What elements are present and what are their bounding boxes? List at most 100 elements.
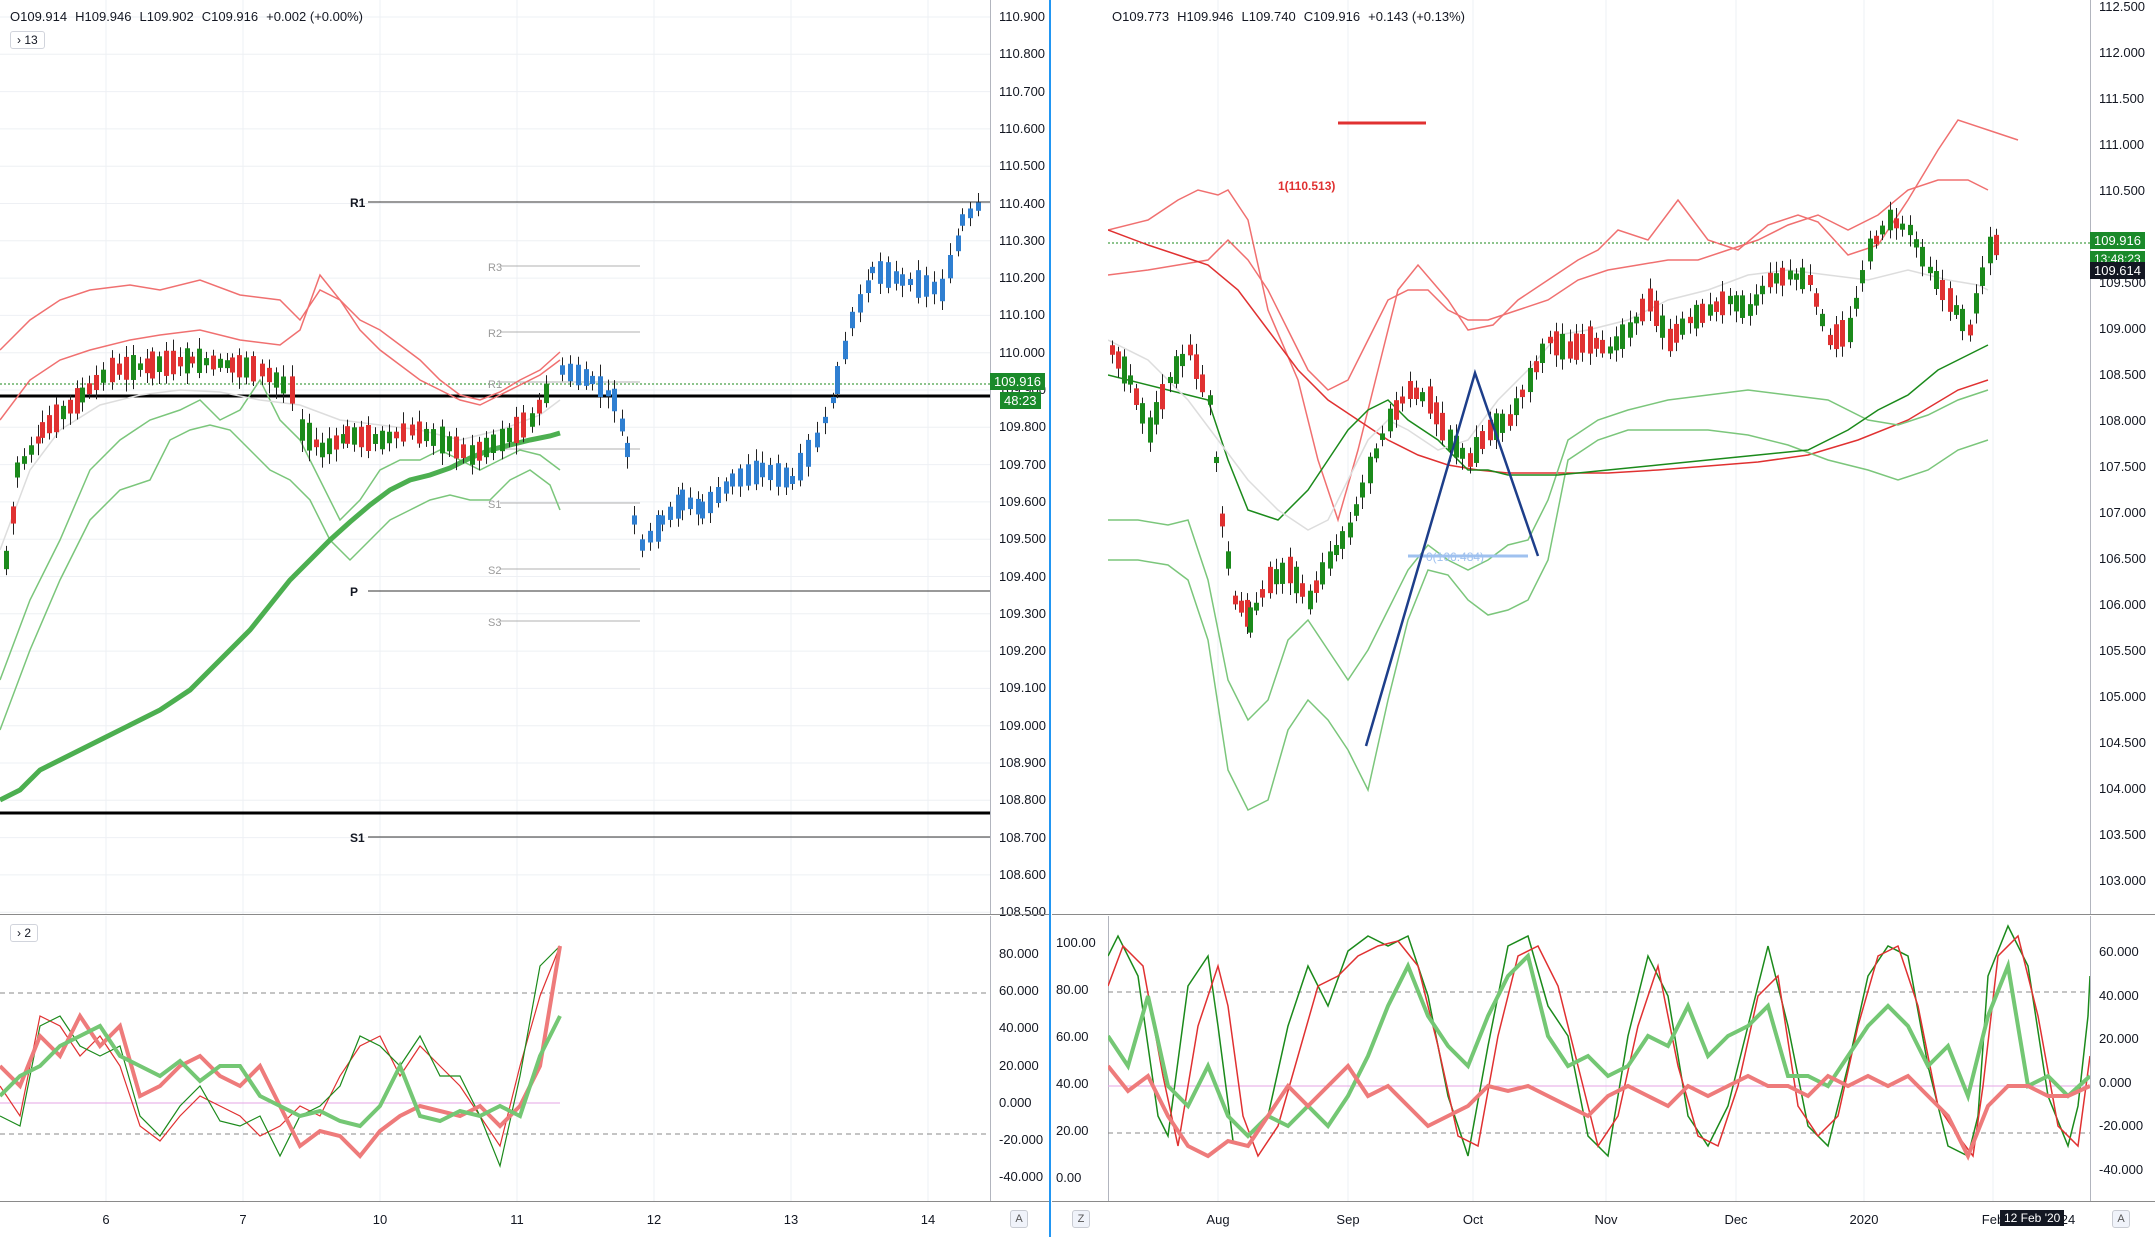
axis-tick-label: 110.100 (999, 307, 1046, 323)
chevron-right-icon: › (17, 926, 21, 940)
axis-tick-label: 60.000 (999, 983, 1039, 999)
candle (1808, 275, 1813, 285)
axis-tick-label: 108.500 (2099, 367, 2146, 382)
axis-tick-label: 105.500 (2099, 643, 2146, 658)
right-price-plot[interactable]: 1(110.513) 0(106.484) (1108, 0, 2090, 915)
low-value: L109.902 (139, 9, 194, 24)
candle (1180, 353, 1185, 367)
candle (632, 515, 637, 525)
low-value: L109.740 (1241, 9, 1296, 24)
right-chart-panel[interactable]: 1(110.513) 0(106.484) O109.773 H109.946 L1… (1052, 0, 2155, 1237)
candle (948, 255, 953, 279)
candle (916, 270, 921, 298)
candle (1640, 298, 1645, 322)
candle (768, 464, 773, 481)
axis-tick-label: 108.800 (999, 792, 1046, 808)
axis-tick-label: -20.000 (2099, 1118, 2144, 1133)
axis-tick-label: 40.000 (2099, 987, 2139, 1003)
candle (484, 437, 489, 458)
left-osc-axis[interactable]: 80.000 60.000 40.000 20.000 0.000 -20.000 -40.… (990, 916, 1050, 1201)
candle (164, 350, 169, 376)
candle (1748, 304, 1753, 316)
candle (1520, 389, 1525, 398)
candle (1420, 392, 1425, 402)
axis-tick-label: -40.000 (999, 1169, 1044, 1185)
candle (1340, 531, 1345, 549)
candle (738, 468, 743, 487)
candle (648, 530, 653, 543)
axis-tick-label: 109.000 (2099, 321, 2146, 336)
candle (1848, 317, 1853, 343)
pane-separator[interactable] (1052, 914, 2155, 915)
oscillator-collapse-button[interactable]: › 2 (10, 924, 39, 942)
candle (1660, 315, 1665, 338)
axis-tick-label: 0.000 (999, 1094, 1032, 1110)
fib-top-label: 1(110.513) (1278, 179, 1335, 193)
candle (75, 388, 80, 414)
crosshair-date-badge: 12 Feb '20 (2000, 1210, 2065, 1226)
candle (1760, 285, 1765, 295)
candle (1160, 384, 1165, 410)
right-oscillator-plot[interactable] (1108, 916, 2090, 1201)
candle (900, 274, 905, 286)
candle (716, 487, 721, 503)
left-price-plot[interactable]: R1 P S1 R3 R2 R1 S1 S2 S3 (0, 0, 990, 915)
candle (1548, 336, 1553, 344)
axis-tick-label: 20.000 (2099, 1031, 2139, 1046)
candle (1714, 301, 1719, 312)
axis-tick-label: 20.000 (999, 1057, 1039, 1073)
time-tick-label: 2020 (1849, 1212, 1879, 1227)
candle (373, 434, 378, 444)
candle (1948, 288, 1953, 312)
auto-scale-button[interactable]: A (1010, 1210, 1028, 1228)
auto-scale-button[interactable]: A (2112, 1210, 2130, 1228)
indicators-collapse-button[interactable]: › 13 (10, 31, 45, 49)
axis-tick-label: 80.00 (1056, 982, 1089, 997)
candle (1233, 595, 1238, 605)
candle (290, 376, 295, 404)
candle (1574, 333, 1579, 360)
candle (131, 355, 136, 380)
last-price-tag: 109.916 (2090, 232, 2145, 249)
axis-tick-label: -40.000 (2099, 1161, 2144, 1177)
candle (1314, 580, 1319, 593)
candle (1608, 346, 1613, 354)
candle (878, 261, 883, 284)
candle (87, 383, 92, 395)
candle (1908, 224, 1913, 236)
candle (61, 405, 66, 420)
right-time-axis[interactable]: Aug Sep Oct Nov Dec 2020 Feb 24 (1108, 1202, 2090, 1237)
candle (784, 467, 789, 488)
candle (724, 481, 729, 494)
axis-tick-label: 108.900 (999, 755, 1046, 770)
candle (110, 357, 115, 383)
candle (1934, 270, 1939, 290)
right-price-axis[interactable]: 112.500112.000111.500111.000110.500110.0… (2090, 0, 2155, 915)
candle (1828, 334, 1833, 346)
candle (1528, 367, 1533, 393)
pane-separator[interactable] (0, 914, 1050, 915)
candle (1768, 272, 1773, 288)
candle (477, 441, 482, 461)
left-time-axis[interactable]: 6 7 10 11 12 13 14 (0, 1202, 990, 1237)
candle (1854, 297, 1859, 309)
zoom-button[interactable]: Z (1072, 1210, 1090, 1228)
candle (1394, 400, 1399, 420)
change-value: +0.143 (+0.13%) (1368, 9, 1465, 24)
candle (117, 363, 122, 375)
candle (1868, 238, 1873, 262)
candle (1239, 600, 1244, 613)
candle (260, 363, 265, 377)
left-chart-panel[interactable]: R1 P S1 R3 R2 R1 S1 S2 S3 O109.914 H109.9… (0, 0, 1050, 1237)
panel-divider[interactable] (1049, 0, 1051, 1237)
pivot-r1-label: R1 (350, 196, 366, 210)
candle (1220, 513, 1225, 527)
left-oscillator-plot[interactable] (0, 916, 990, 1201)
right-osc-right-axis[interactable]: 60.000 40.000 20.000 0.000 -20.000 -40.000 (2090, 916, 2155, 1201)
axis-tick-label: 110.800 (999, 46, 1046, 62)
axis-tick-label: 103.500 (2099, 827, 2146, 842)
candle (1280, 562, 1285, 584)
left-price-axis[interactable]: 110.900 110.800 110.700 110.600 110.500 110.4… (990, 0, 1050, 919)
right-osc-left-axis[interactable]: 100.00 80.00 60.00 40.00 20.00 0.00 (1052, 916, 1109, 1201)
candle (584, 369, 589, 386)
